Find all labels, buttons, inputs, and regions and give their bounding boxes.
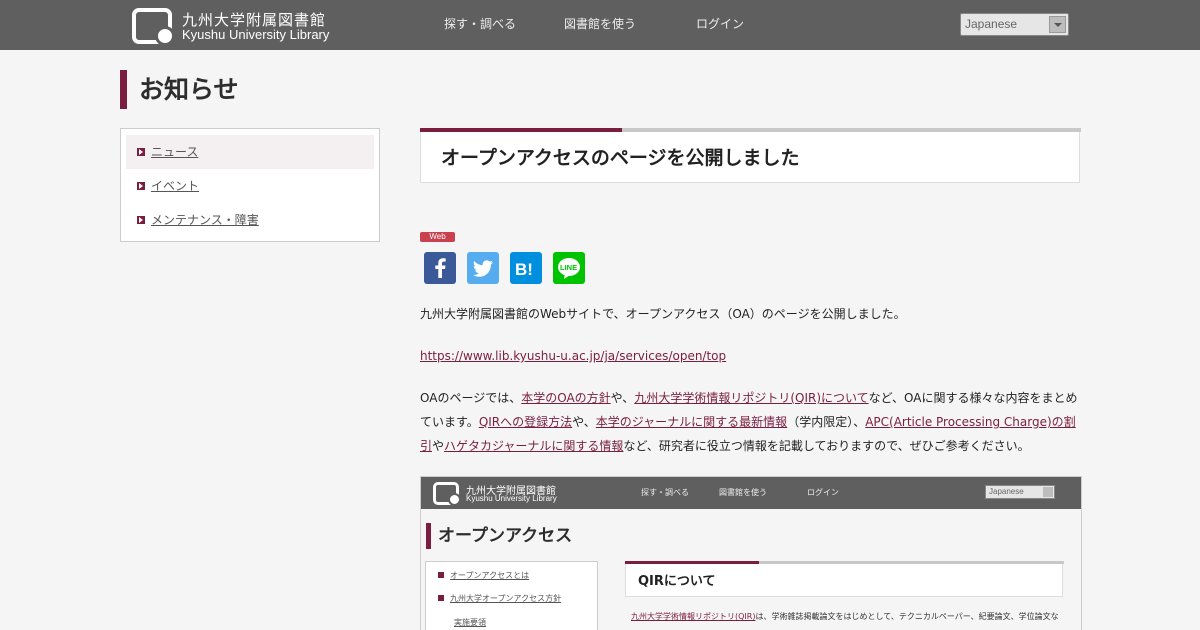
oa-page-screenshot: 九州大学附属図書館 Kyushu University Library 探す・調… bbox=[420, 476, 1082, 630]
sidebar-nav: ニュース イベント メンテナンス・障害 bbox=[120, 128, 380, 242]
line-icon: LINE bbox=[558, 258, 580, 279]
hatena-bookmark-icon: B! bbox=[515, 260, 533, 279]
screenshot-body: は、学術雑誌掲載論文をはじめとして、テクニカルペーパー、紀要論文、学位論文な bbox=[755, 612, 1059, 621]
facebook-share-button[interactable] bbox=[424, 252, 456, 284]
nav-login[interactable]: ログイン bbox=[696, 15, 744, 32]
title-rule-accent bbox=[420, 128, 622, 132]
screenshot-heading-text: QIRについて bbox=[638, 574, 716, 589]
body-text: や bbox=[432, 439, 445, 453]
body-text: OAのページでは、 bbox=[420, 391, 522, 405]
category-badge: Web bbox=[420, 232, 455, 242]
sidebar-item-label: イベント bbox=[151, 179, 200, 193]
nav-search[interactable]: 探す・調べる bbox=[444, 15, 516, 32]
article-paragraph-line: ています。QIRへの登録方法や、本学のジャーナルに関する最新情報（学内限定）、A… bbox=[420, 410, 1076, 434]
body-text: ています。 bbox=[420, 415, 479, 429]
logo-dot-icon bbox=[448, 493, 461, 506]
hatena-share-button[interactable]: B! bbox=[510, 252, 542, 284]
apc-discount-link[interactable]: APC(Article Processing Charge)の割 bbox=[865, 415, 1075, 429]
screenshot-section-heading: QIRについて bbox=[625, 561, 1064, 597]
sidebar-item-maintenance[interactable]: メンテナンス・障害 bbox=[126, 203, 374, 237]
article-title: オープンアクセスのページを公開しました bbox=[441, 147, 800, 169]
body-text: （学内限定）、 bbox=[787, 415, 866, 429]
sidebar-item-label: ニュース bbox=[151, 145, 199, 159]
apc-discount-link[interactable]: 引 bbox=[420, 439, 432, 453]
screenshot-nav-item: 図書館を使う bbox=[719, 488, 767, 497]
qir-registration-link[interactable]: QIRへの登録方法 bbox=[479, 415, 572, 429]
journal-news-link[interactable]: 本学のジャーナルに関する最新情報 bbox=[596, 415, 787, 429]
twitter-icon bbox=[472, 260, 493, 277]
screenshot-header: 九州大学附属図書館 Kyushu University Library 探す・調… bbox=[421, 477, 1081, 509]
arrow-bullet-icon bbox=[137, 148, 145, 156]
screenshot-sidebar: オープンアクセスとは 九州大学オープンアクセス方針 実施要領 bbox=[425, 561, 598, 630]
library-logo[interactable]: 九州大学附属図書館 Kyushu University Library bbox=[132, 8, 342, 46]
article-intro: 九州大学附属図書館のWebサイトで、オープンアクセス（OA）のページを公開しまし… bbox=[420, 307, 906, 321]
sidebar-item-events[interactable]: イベント bbox=[126, 169, 374, 203]
sidebar-item-label: メンテナンス・障害 bbox=[151, 213, 259, 227]
arrow-bullet-icon bbox=[137, 216, 145, 224]
page-title: お知らせ bbox=[120, 70, 239, 109]
svg-text:B!: B! bbox=[515, 260, 533, 279]
screenshot-sidebar-item: 九州大学オープンアクセス方針 bbox=[450, 594, 562, 603]
logo-text-en: Kyushu University Library bbox=[182, 27, 330, 42]
title-rule-accent bbox=[625, 561, 759, 564]
sidebar-item-news[interactable]: ニュース bbox=[126, 135, 374, 169]
screenshot-language-select: Japanese bbox=[985, 485, 1055, 499]
qir-about-link[interactable]: 九州大学学術情報リポジトリ(QIR)について bbox=[634, 391, 868, 405]
arrow-bullet-icon bbox=[137, 182, 145, 190]
body-text: や、 bbox=[572, 415, 596, 429]
screenshot-nav-item: 探す・調べる bbox=[641, 488, 689, 497]
chevron-down-icon bbox=[1043, 487, 1053, 497]
chevron-down-icon[interactable] bbox=[1049, 16, 1066, 33]
screenshot-page-title: オープンアクセス bbox=[426, 523, 572, 549]
screenshot-logo-en: Kyushu University Library bbox=[466, 494, 557, 503]
facebook-icon bbox=[435, 258, 446, 278]
body-text: など、OAに関する様々な内容をまとめ bbox=[868, 391, 1078, 405]
global-header: 九州大学附属図書館 Kyushu University Library 探す・調… bbox=[0, 0, 1200, 50]
screenshot-sidebar-subitem: 実施要領 bbox=[454, 618, 486, 627]
oa-policy-link[interactable]: 本学のOAの方針 bbox=[521, 391, 610, 405]
screenshot-qir-link: 九州大学学術情報リポジトリ(QIR) bbox=[631, 612, 756, 621]
open-access-page-link[interactable]: https://www.lib.kyushu-u.ac.jp/ja/servic… bbox=[420, 349, 726, 363]
article-paragraph-line: OAのページでは、本学のOAの方針や、九州大学学術情報リポジトリ(QIR)につい… bbox=[420, 386, 1078, 410]
language-select[interactable]: Japanese bbox=[960, 13, 1069, 36]
body-text: など、研究者に役立つ情報を記載しておりますので、ぜひご参考ください。 bbox=[623, 439, 1030, 453]
line-share-button[interactable]: LINE bbox=[553, 252, 585, 284]
logo-dot-icon bbox=[155, 26, 175, 46]
article-title-box: オープンアクセスのページを公開しました bbox=[420, 128, 1081, 183]
screenshot-sidebar-item: オープンアクセスとは bbox=[450, 571, 530, 580]
svg-text:LINE: LINE bbox=[560, 263, 577, 272]
arrow-bullet-icon bbox=[438, 572, 444, 578]
nav-use-library[interactable]: 図書館を使う bbox=[564, 15, 636, 32]
screenshot-language-value: Japanese bbox=[989, 487, 1024, 496]
screenshot-nav-item: ログイン bbox=[807, 488, 839, 497]
arrow-bullet-icon bbox=[438, 595, 444, 601]
twitter-share-button[interactable] bbox=[467, 252, 499, 284]
article-paragraph-line: 引やハゲタカジャーナルに関する情報など、研究者に役立つ情報を記載しておりますので… bbox=[420, 434, 1030, 458]
body-text: や、 bbox=[610, 391, 635, 405]
predatory-journal-link[interactable]: ハゲタカジャーナルに関する情報 bbox=[444, 439, 623, 453]
language-select-value: Japanese bbox=[965, 17, 1018, 31]
screenshot-body-text: 九州大学学術情報リポジトリ(QIR)は、学術雑誌掲載論文をはじめとして、テクニカ… bbox=[631, 611, 1059, 622]
